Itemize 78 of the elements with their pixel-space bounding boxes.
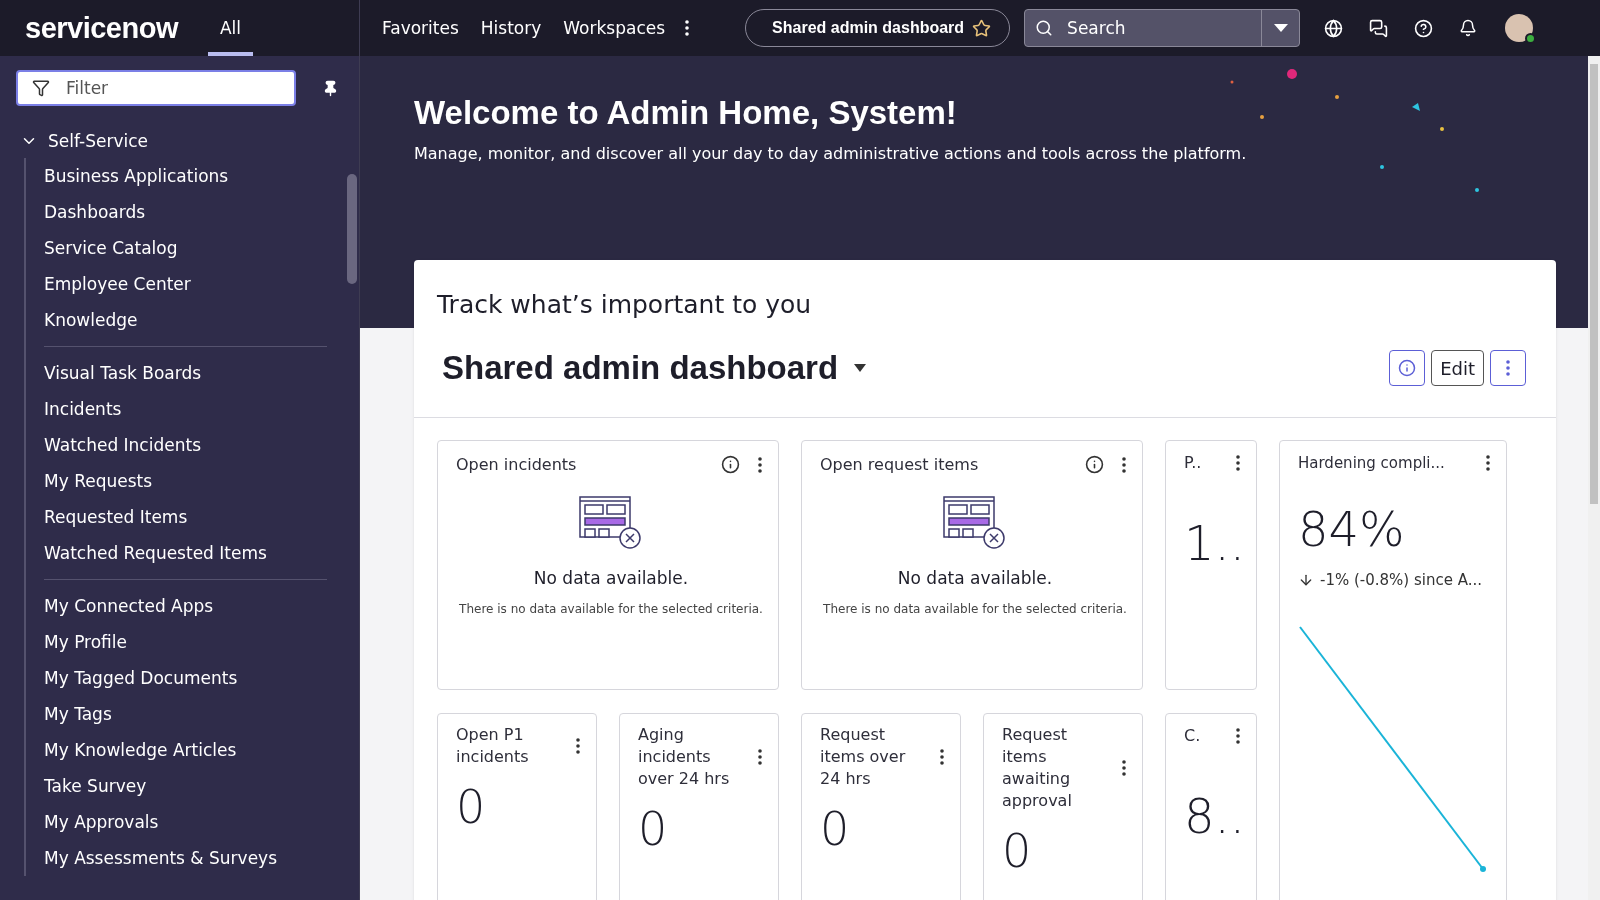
menu-item[interactable]: Take Survey — [26, 768, 147, 804]
caret-icon — [854, 364, 867, 372]
more-options-icon — [576, 738, 580, 754]
more-options-icon — [758, 749, 762, 765]
widget-title: Open incidents — [456, 453, 577, 476]
more-options-icon — [1486, 455, 1490, 471]
menu-item[interactable]: My Tags — [26, 696, 112, 732]
menu-item[interactable]: My Tagged Documents — [26, 660, 238, 696]
widget-value: 0 — [638, 804, 669, 855]
menu-item[interactable]: Watched Incidents — [26, 427, 201, 463]
menu-item[interactable]: My Connected Apps — [26, 588, 214, 624]
star-icon[interactable] — [972, 18, 992, 38]
menu-item[interactable]: Dashboards — [26, 194, 146, 230]
welcome-subtitle: Manage, monitor, and discover all your day to day administrative actions and tools across the platform. — [414, 144, 1248, 163]
nav-link[interactable]: Favorites — [376, 12, 465, 44]
more-options-icon — [1236, 455, 1240, 471]
edit-button[interactable]: Edit — [1431, 350, 1484, 386]
widget-title: Open request items — [820, 453, 979, 476]
change-text: -1% (-0.8%) since A... — [1320, 571, 1482, 589]
more-options-icon — [1122, 760, 1126, 776]
menu-section[interactable]: Self-Service — [16, 126, 152, 156]
widget-title: C. — [1184, 725, 1201, 747]
menu-item[interactable]: Knowledge — [26, 302, 138, 338]
filter-icon — [32, 79, 50, 97]
no-data-illustration — [579, 496, 643, 550]
widget-title: Request items awaiting approval — [1002, 724, 1073, 812]
welcome-title: Welcome to Admin Home, System! — [414, 94, 958, 132]
widget-value: 0 — [820, 804, 851, 855]
more-options-icon — [1236, 728, 1240, 744]
more-menu-icon — [685, 20, 690, 36]
filter-field[interactable]: Filter — [16, 70, 296, 106]
nav-link[interactable]: History — [474, 12, 548, 44]
info-icon — [1085, 455, 1104, 474]
menu-item[interactable]: My Knowledge Articles — [26, 732, 237, 768]
nav-link[interactable]: Workspaces — [557, 12, 672, 44]
more-options-icon — [940, 749, 944, 765]
no-data-illustration — [943, 496, 1007, 550]
widget-title: Hardening compli... — [1298, 453, 1445, 474]
no-data-detail: There is no data available for the selected criteria. — [459, 602, 763, 616]
menu-item[interactable]: Employee Center — [26, 266, 191, 302]
widget-value: 84% — [1298, 501, 1406, 557]
menu-item[interactable]: Watched Requested Items — [26, 535, 267, 571]
menu-item[interactable]: My Profile — [26, 624, 127, 660]
scrollbar-thumb[interactable] — [1590, 64, 1598, 504]
search-field[interactable]: Search — [1024, 9, 1301, 47]
menu-item[interactable]: Business Applications — [26, 158, 229, 194]
no-data-message: No data available. — [897, 568, 1053, 588]
more-options-icon — [1122, 456, 1126, 473]
menu-item[interactable]: Visual Task Boards — [26, 355, 202, 391]
no-data-detail: There is no data available for the selected criteria. — [823, 602, 1127, 616]
caret-icon — [1273, 24, 1288, 32]
menu-item[interactable]: My Requests — [26, 463, 153, 499]
widget-title: Request items over 24 hrs — [820, 724, 907, 790]
menu-item[interactable]: Service Catalog — [26, 230, 178, 266]
widget-value: 0 — [456, 782, 487, 833]
widget-value: 1.. — [1184, 515, 1244, 571]
widget-title: Aging incidents over 24 hrs — [638, 724, 731, 790]
dashboard-selector[interactable]: Shared admin dashboard — [442, 349, 867, 387]
info-icon — [721, 455, 740, 474]
search-icon — [1035, 19, 1054, 37]
info-icon — [1398, 359, 1417, 377]
menu-item[interactable]: My Approvals — [26, 804, 159, 840]
logo[interactable]: servicenow — [25, 11, 178, 45]
user-avatar[interactable] — [1505, 14, 1534, 42]
scrollbar-thumb[interactable] — [347, 174, 357, 284]
widget-title: P.. — [1184, 452, 1202, 474]
pin-icon — [322, 79, 339, 97]
search-input[interactable]: Search — [1065, 10, 1262, 46]
menu-item[interactable]: Incidents — [26, 391, 122, 427]
card-heading: Track what’s important to you — [436, 289, 813, 319]
widget-title: Open P1 incidents — [456, 724, 530, 768]
menu-item[interactable]: Requested Items — [26, 499, 188, 535]
menu-item[interactable]: My Assessments & Surveys — [26, 840, 278, 876]
no-data-message: No data available. — [533, 568, 689, 588]
widget-value: 0 — [1002, 826, 1033, 877]
more-options-icon — [1506, 360, 1510, 376]
more-options-icon — [758, 456, 762, 473]
widget-value: 8.. — [1184, 788, 1244, 844]
